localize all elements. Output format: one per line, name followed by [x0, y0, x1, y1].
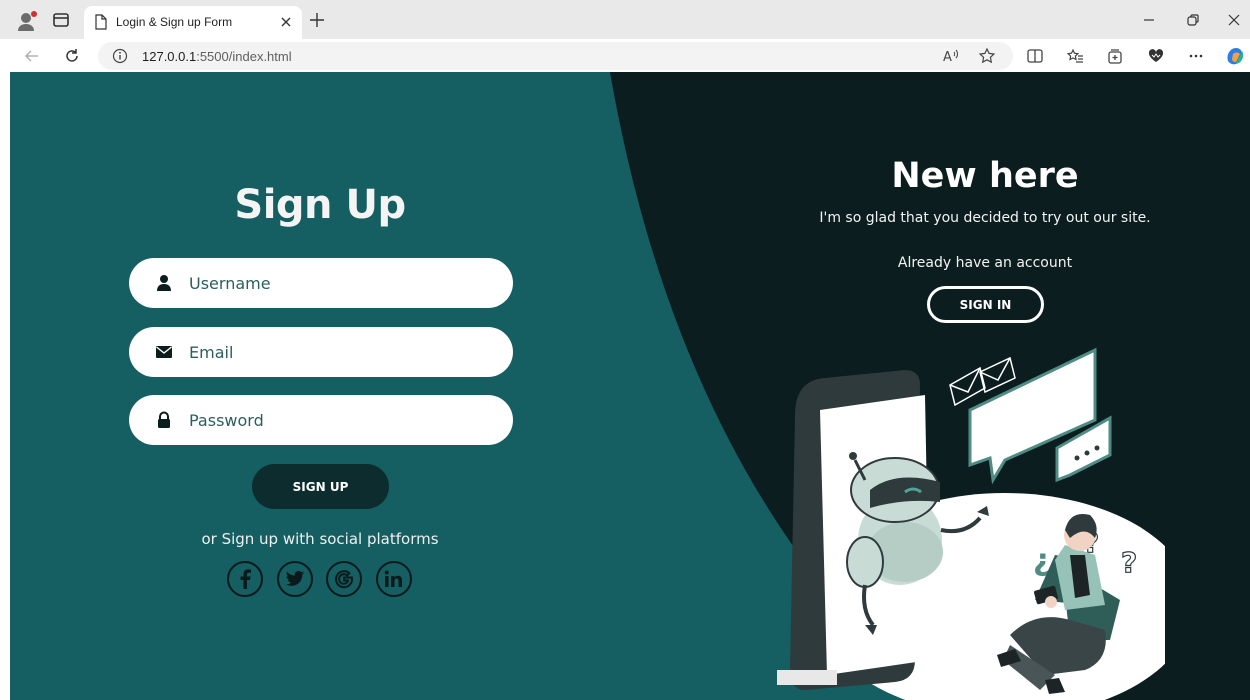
url-bar[interactable]: 127.0.0.1:5500/index.html [98, 42, 1013, 70]
robot-support-illustration: ¿ ? ? [777, 347, 1165, 700]
profile-icon[interactable] [16, 10, 38, 32]
favorites-icon[interactable] [1066, 47, 1084, 65]
collections-icon[interactable] [1106, 47, 1124, 65]
user-icon [157, 275, 171, 291]
split-screen-icon[interactable] [1026, 47, 1044, 65]
browser-tab[interactable]: Login & Sign up Form [84, 6, 302, 39]
twitter-bird-icon [285, 570, 305, 586]
login-signup-page: Sign Up SIGN UP or Sign up with social p… [10, 72, 1250, 700]
svg-text:?: ? [1121, 546, 1137, 579]
page-icon [95, 14, 107, 30]
password-input[interactable] [189, 405, 489, 435]
copilot-icon[interactable] [1224, 45, 1246, 67]
facebook-glyph-icon [240, 569, 251, 589]
email-field[interactable] [129, 327, 513, 377]
read-aloud-icon[interactable]: A [942, 47, 960, 65]
new-tab-icon[interactable] [309, 12, 325, 28]
username-input[interactable] [189, 268, 489, 298]
minimize-icon[interactable] [1142, 13, 1156, 27]
svg-text:A: A [943, 50, 952, 65]
google-g-icon [335, 570, 354, 589]
panel-subtitle: I'm so glad that you decided to try out … [819, 210, 1151, 226]
back-icon[interactable] [23, 47, 41, 65]
google-icon[interactable] [326, 561, 362, 597]
address-bar-row: 127.0.0.1:5500/index.html A [0, 39, 1250, 72]
twitter-icon[interactable] [277, 561, 313, 597]
tab-title: Login & Sign up Form [116, 15, 233, 29]
sign-in-button[interactable]: SIGN IN [927, 286, 1044, 323]
tab-actions-icon[interactable] [52, 11, 70, 29]
linkedin-icon[interactable] [376, 561, 412, 597]
signup-title: Sign Up [234, 182, 406, 228]
reload-icon[interactable] [63, 47, 81, 65]
social-signup-text: or Sign up with social platforms [201, 530, 439, 548]
password-field[interactable] [129, 395, 513, 445]
panel-prompt: Already have an account [897, 255, 1073, 271]
sign-up-button[interactable]: SIGN UP [252, 464, 389, 509]
lock-icon [158, 411, 170, 428]
envelope-icon [156, 346, 172, 358]
facebook-icon[interactable] [227, 561, 263, 597]
close-tab-icon[interactable] [278, 14, 294, 30]
browser-tab-bar: Login & Sign up Form [0, 0, 1250, 39]
extension-heart-icon[interactable] [1147, 47, 1165, 65]
restore-icon[interactable] [1186, 13, 1200, 27]
username-field[interactable] [129, 258, 513, 308]
more-options-icon[interactable] [1187, 47, 1205, 65]
panel-title: New here [891, 156, 1079, 196]
url-text[interactable]: 127.0.0.1:5500/index.html [142, 49, 292, 64]
linkedin-in-icon [384, 570, 402, 587]
email-input[interactable] [189, 337, 489, 367]
info-icon[interactable] [112, 48, 128, 64]
favorite-star-icon[interactable] [978, 47, 996, 65]
close-window-icon[interactable] [1227, 13, 1241, 27]
